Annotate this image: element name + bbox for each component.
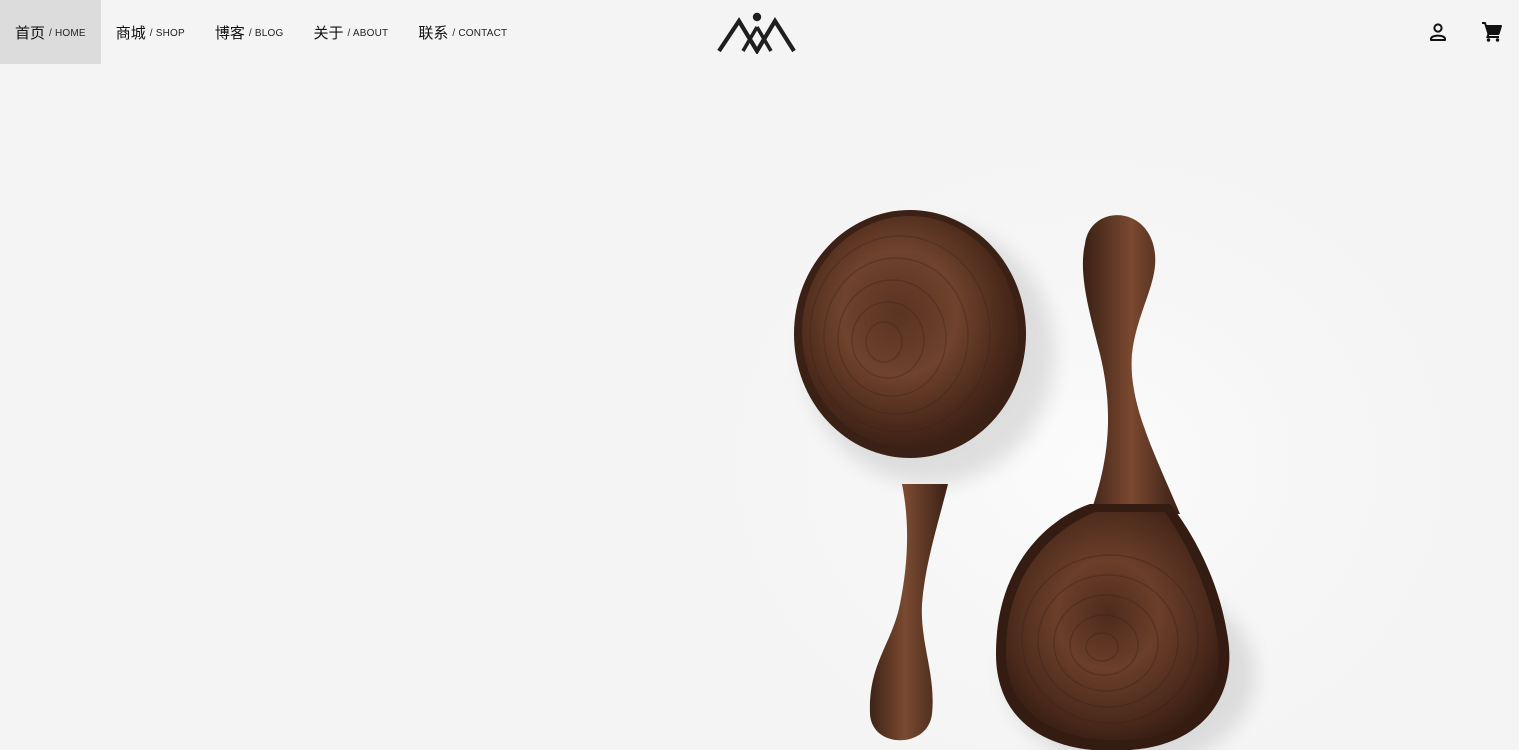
nav-item-contact-cn: 联系	[418, 24, 449, 42]
nav-item-shop-en: / SHOP	[149, 28, 185, 39]
account-icon-svg	[1430, 23, 1446, 41]
nav-item-home[interactable]: 首页 / HOME	[0, 0, 101, 64]
site-header: 首页 / HOME 商城 / SHOP 博客 / BLOG 关于 / ABOUT…	[0, 0, 1519, 64]
nav-item-home-cn: 首页	[15, 24, 46, 42]
home-page: 首页 / HOME 商城 / SHOP 博客 / BLOG 关于 / ABOUT…	[0, 0, 1519, 750]
nav-item-contact[interactable]: 联系 / CONTACT	[403, 0, 522, 64]
account-icon[interactable]	[1426, 20, 1450, 44]
nav-item-about[interactable]: 关于 / ABOUT	[298, 0, 403, 64]
nav-item-blog[interactable]: 博客 / BLOG	[200, 0, 299, 64]
nav-item-blog-cn: 博客	[214, 24, 245, 42]
nav-item-blog-en: / BLOG	[248, 28, 284, 39]
nav-item-contact-en: / CONTACT	[452, 28, 508, 39]
shopping-cart-icon[interactable]	[1480, 20, 1504, 44]
hero-banner	[0, 64, 1519, 750]
nav-item-shop[interactable]: 商城 / SHOP	[101, 0, 200, 64]
brand-logo-icon	[717, 12, 796, 56]
two-wooden-scoops-photo	[794, 210, 1255, 750]
brand-logo[interactable]	[717, 10, 797, 56]
nav-item-home-en: / HOME	[49, 28, 86, 39]
nav-item-shop-cn: 商城	[115, 24, 146, 42]
main-nav: 首页 / HOME 商城 / SHOP 博客 / BLOG 关于 / ABOUT…	[0, 0, 522, 64]
nav-item-about-en: / ABOUT	[347, 28, 389, 39]
cart-icon-svg	[1482, 22, 1502, 42]
nav-item-about-cn: 关于	[313, 24, 344, 42]
